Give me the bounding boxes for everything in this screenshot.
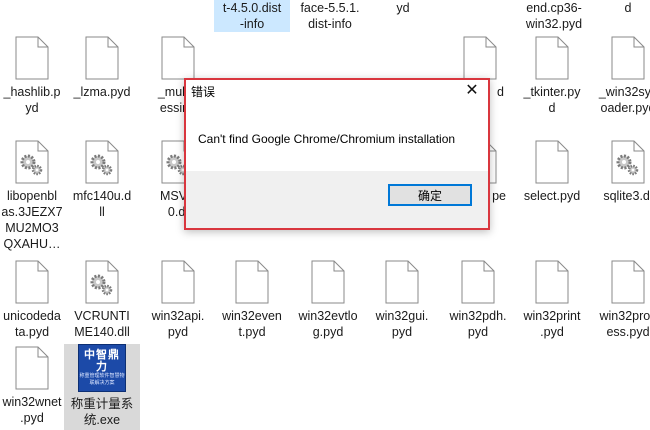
file-name: select.pyd bbox=[523, 189, 581, 203]
file-item[interactable]: mfc140u.d ll bbox=[64, 140, 140, 220]
file-item[interactable]: select.pyd bbox=[514, 140, 590, 204]
app-icon: 中智鼎力 称重管理软件智慧物联解决方案 bbox=[78, 344, 126, 392]
file-item[interactable]: win32proc ess.pyd bbox=[590, 260, 650, 340]
file-icon bbox=[610, 36, 646, 80]
file-name: VCRUNTI ME140.dll bbox=[74, 309, 130, 339]
gear-file-icon bbox=[14, 140, 50, 184]
file-icon bbox=[534, 260, 570, 304]
file-item[interactable]: _tkinter.py d bbox=[514, 36, 590, 116]
file-icon bbox=[14, 260, 50, 304]
file-icon bbox=[84, 36, 120, 80]
file-name: mfc140u.d ll bbox=[72, 189, 132, 219]
file-icon bbox=[462, 36, 498, 80]
file-icon bbox=[14, 36, 50, 80]
app-logo: 中智鼎力 称重管理软件智慧物联解决方案 bbox=[78, 344, 126, 392]
file-name: win32api. pyd bbox=[151, 309, 205, 339]
file-name: _hashlib.p yd bbox=[3, 85, 61, 115]
folder-label-top-2[interactable]: face-5.5.1. dist-info bbox=[292, 0, 368, 32]
file-label-top-4[interactable]: end.cp36- win32.pyd bbox=[516, 0, 592, 32]
gear-file-icon bbox=[84, 140, 120, 184]
file-icon bbox=[234, 260, 270, 304]
dialog-titlebar[interactable]: 错误 ✕ bbox=[186, 80, 488, 102]
file-name: win32evtlo g.pyd bbox=[298, 309, 358, 339]
file-item[interactable]: win32wnet .pyd bbox=[0, 346, 70, 426]
app-logo-subtext: 称重管理软件智慧物联解决方案 bbox=[79, 373, 125, 386]
file-name: _lzma.pyd bbox=[73, 85, 131, 99]
file-item[interactable]: win32gui. pyd bbox=[364, 260, 440, 340]
file-name: win32print .pyd bbox=[523, 309, 581, 339]
file-item[interactable]: win32print .pyd bbox=[514, 260, 590, 340]
dialog-title: 错误 bbox=[191, 84, 216, 99]
file-icon bbox=[384, 260, 420, 304]
file-label-top-3[interactable]: yd bbox=[365, 0, 441, 16]
file-name: _win32sys oader.pyd bbox=[598, 85, 650, 115]
file-item[interactable]: _lzma.pyd bbox=[64, 36, 140, 100]
file-item[interactable]: unicodeda ta.pyd bbox=[0, 260, 70, 340]
file-item[interactable]: win32evtlo g.pyd bbox=[290, 260, 366, 340]
app-logo-text: 中智鼎力 bbox=[84, 349, 120, 373]
file-icon bbox=[534, 140, 570, 184]
close-icon[interactable]: ✕ bbox=[462, 83, 482, 99]
file-name: _tkinter.py d bbox=[523, 85, 581, 115]
file-name: unicodeda ta.pyd bbox=[3, 309, 61, 339]
file-name: 称重计量系 统.exe bbox=[70, 397, 134, 427]
file-icon bbox=[14, 346, 50, 390]
file-item[interactable]: win32api. pyd bbox=[140, 260, 216, 340]
file-icon bbox=[160, 260, 196, 304]
file-name: win32gui. pyd bbox=[375, 309, 429, 339]
file-label-top-5[interactable]: d bbox=[590, 0, 650, 16]
file-item[interactable]: win32pdh. pyd bbox=[440, 260, 516, 340]
exe-file-item[interactable]: 中智鼎力 称重管理软件智慧物联解决方案 称重计量系 统.exe bbox=[64, 344, 140, 430]
gear-file-icon bbox=[610, 140, 646, 184]
file-item[interactable]: libopenbl as.3JEZX7 MU2MO3 QXAHU… bbox=[0, 140, 70, 252]
file-icon bbox=[534, 36, 570, 80]
file-icon bbox=[460, 260, 496, 304]
file-item[interactable]: _win32sys oader.pyd bbox=[590, 36, 650, 116]
ok-button[interactable]: 确定 bbox=[388, 184, 472, 206]
file-icon bbox=[160, 36, 196, 80]
gear-file-icon bbox=[84, 260, 120, 304]
file-item[interactable]: win32even t.pyd bbox=[214, 260, 290, 340]
file-name: win32even t.pyd bbox=[222, 309, 282, 339]
file-item[interactable]: VCRUNTI ME140.dll bbox=[64, 260, 140, 340]
file-name: sqlite3.dl bbox=[603, 189, 650, 203]
error-dialog: 错误 ✕ Can't find Google Chrome/Chromium i… bbox=[184, 78, 490, 230]
file-name: win32pdh. pyd bbox=[449, 309, 507, 339]
dialog-footer: 确定 bbox=[186, 171, 488, 228]
file-item[interactable]: _hashlib.p yd bbox=[0, 36, 70, 116]
folder-label-top-1[interactable]: t-4.5.0.dist -info bbox=[214, 0, 290, 32]
file-icon bbox=[310, 260, 346, 304]
file-item[interactable]: sqlite3.dl bbox=[590, 140, 650, 204]
file-name: libopenbl as.3JEZX7 MU2MO3 QXAHU… bbox=[1, 189, 63, 251]
file-name: win32proc ess.pyd bbox=[599, 309, 650, 339]
file-icon bbox=[610, 260, 646, 304]
file-name: win32wnet .pyd bbox=[2, 395, 62, 425]
